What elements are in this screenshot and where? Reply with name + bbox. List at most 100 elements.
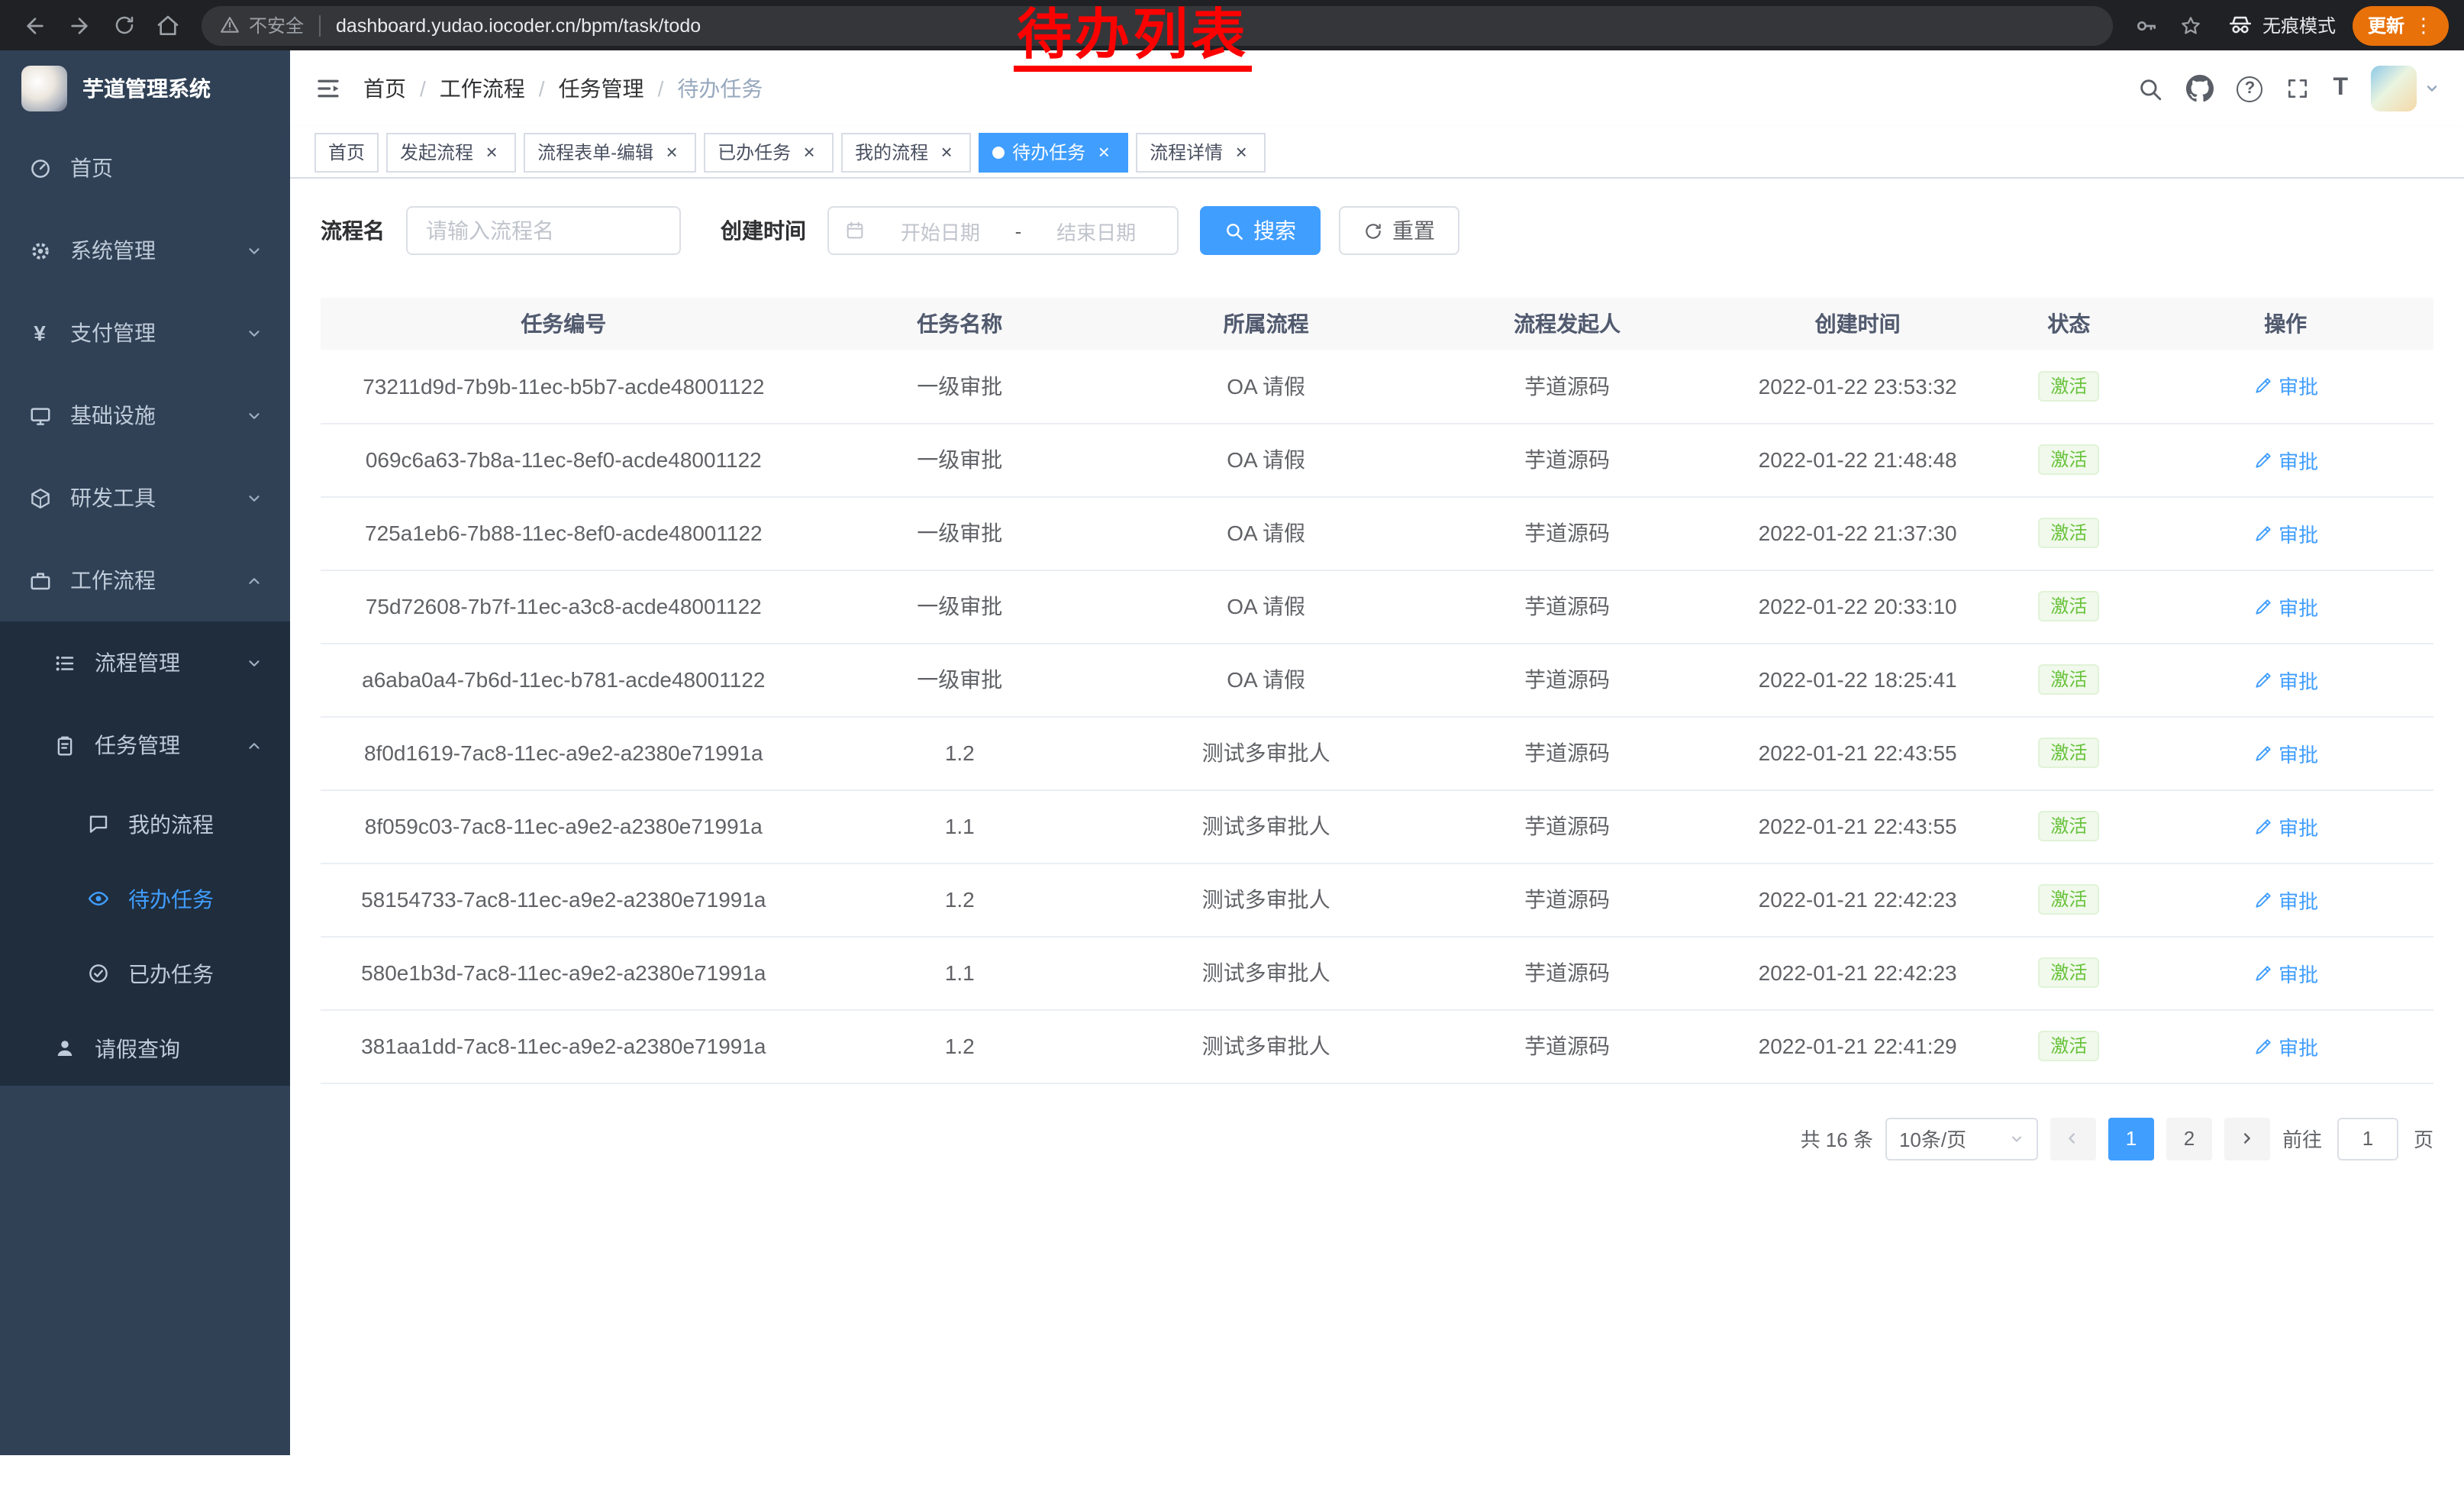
approve-link[interactable]: 审批	[2253, 592, 2318, 621]
font-size-icon: T	[2333, 76, 2348, 101]
sidebar-item-leave-query[interactable]: 请假查询	[0, 1011, 290, 1086]
tab-home[interactable]: 首页	[314, 132, 379, 172]
tab-initiate-process[interactable]: 发起流程 ×	[386, 132, 516, 172]
sidebar-item-home[interactable]: 首页	[0, 127, 290, 209]
sidebar-item-devtools[interactable]: 研发工具	[0, 457, 290, 539]
tab-process-form-edit[interactable]: 流程表单-编辑 ×	[524, 132, 696, 172]
search-button[interactable]	[2137, 76, 2163, 102]
approve-link[interactable]: 审批	[2253, 372, 2318, 401]
cell-created-at: 2022-01-21 22:43:55	[1715, 716, 2001, 789]
sidebar-item-payment[interactable]: ¥ 支付管理	[0, 292, 290, 374]
chevron-right-icon	[2239, 1130, 2256, 1147]
cell-initiator: 芋道源码	[1419, 789, 1715, 863]
close-icon[interactable]: ×	[661, 141, 682, 163]
forward-button[interactable]	[60, 5, 99, 45]
sidebar-item-process-mgmt[interactable]: 流程管理	[0, 621, 290, 704]
browser-update-button[interactable]: 更新 ⋮	[2353, 5, 2449, 45]
sidebar-item-done-tasks[interactable]: 已办任务	[0, 936, 290, 1011]
tab-my-process[interactable]: 我的流程 ×	[841, 132, 971, 172]
sidebar-item-infra[interactable]: 基础设施	[0, 374, 290, 457]
cell-created-at: 2022-01-21 22:42:23	[1715, 863, 2001, 936]
password-manager-button[interactable]	[2127, 5, 2166, 45]
page-unit-label: 页	[2414, 1124, 2433, 1153]
tab-todo-tasks[interactable]: 待办任务 ×	[979, 132, 1128, 172]
breadcrumb-workflow[interactable]: 工作流程	[440, 73, 525, 104]
app-logo[interactable]: 芋道管理系统	[0, 50, 290, 127]
close-icon[interactable]: ×	[1093, 141, 1114, 163]
status-badge: 激活	[2038, 884, 2099, 915]
edit-pencil-icon	[2253, 670, 2272, 689]
status-badge: 激活	[2038, 1031, 2099, 1061]
sidebar-item-task-mgmt[interactable]: 任务管理	[0, 704, 290, 786]
approve-link-label: 审批	[2279, 1031, 2318, 1060]
github-button[interactable]	[2186, 75, 2214, 102]
close-icon[interactable]: ×	[798, 141, 820, 163]
cell-status: 激活	[2000, 643, 2137, 716]
prev-page-button[interactable]	[2050, 1117, 2096, 1160]
process-name-label: 流程名	[321, 215, 385, 246]
font-size-button[interactable]: T	[2333, 76, 2348, 101]
close-icon[interactable]: ×	[481, 141, 502, 163]
edit-pencil-icon	[2253, 450, 2272, 470]
url-text: dashboard.yudao.iocoder.cn/bpm/task/todo	[336, 15, 701, 36]
back-button[interactable]	[15, 5, 55, 45]
sidebar-item-label: 基础设施	[70, 400, 227, 431]
cell-initiator: 芋道源码	[1419, 716, 1715, 789]
goto-page-input[interactable]	[2337, 1117, 2398, 1160]
tab-done-tasks[interactable]: 已办任务 ×	[704, 132, 834, 172]
sidebar-item-todo-tasks[interactable]: 待办任务	[0, 861, 290, 936]
process-name-input[interactable]	[406, 206, 681, 255]
chevron-down-icon	[246, 407, 263, 424]
cell-action: 审批	[2137, 1009, 2433, 1083]
search-submit-button[interactable]: 搜索	[1200, 206, 1321, 255]
page-button-2[interactable]: 2	[2166, 1117, 2212, 1160]
breadcrumb-separator: /	[539, 76, 545, 101]
bookmark-button[interactable]	[2171, 5, 2211, 45]
approve-link[interactable]: 审批	[2253, 1031, 2318, 1060]
cell-action: 审批	[2137, 496, 2433, 570]
breadcrumb-task-mgmt[interactable]: 任务管理	[559, 73, 644, 104]
page-size-select[interactable]: 10条/页	[1885, 1117, 2038, 1160]
next-page-button[interactable]	[2224, 1117, 2270, 1160]
home-button[interactable]	[148, 5, 188, 45]
approve-link[interactable]: 审批	[2253, 885, 2318, 914]
cell-initiator: 芋道源码	[1419, 423, 1715, 496]
table-row: 069c6a63-7b8a-11ec-8ef0-acde48001122一级审批…	[321, 423, 2433, 496]
logo-avatar	[21, 66, 67, 111]
reload-icon	[112, 14, 135, 37]
incognito-icon	[2227, 12, 2253, 38]
sidebar-item-workflow[interactable]: 工作流程	[0, 539, 290, 621]
edit-pencil-icon	[2253, 963, 2272, 983]
filter-bar: 流程名 创建时间 开始日期 - 结束日期 搜索	[321, 206, 2433, 255]
search-icon	[1224, 221, 1244, 240]
approve-link[interactable]: 审批	[2253, 958, 2318, 987]
close-icon[interactable]: ×	[936, 141, 957, 163]
cell-status: 激活	[2000, 570, 2137, 643]
approve-link[interactable]: 审批	[2253, 738, 2318, 767]
page-button-1[interactable]: 1	[2108, 1117, 2154, 1160]
check-circle-icon	[85, 962, 110, 985]
approve-link[interactable]: 审批	[2253, 518, 2318, 547]
breadcrumb-home[interactable]: 首页	[363, 73, 406, 104]
cell-task-id: 381aa1dd-7ac8-11ec-a9e2-a2380e71991a	[321, 1009, 807, 1083]
cell-task-name: 一级审批	[807, 423, 1113, 496]
fullscreen-button[interactable]	[2285, 76, 2310, 101]
user-menu[interactable]	[2371, 66, 2440, 111]
approve-link-label: 审批	[2279, 665, 2318, 694]
status-badge: 激活	[2038, 371, 2099, 402]
sidebar-collapse-button[interactable]	[314, 75, 342, 102]
cell-initiator: 芋道源码	[1419, 936, 1715, 1009]
tab-process-detail[interactable]: 流程详情 ×	[1136, 132, 1266, 172]
reset-button[interactable]: 重置	[1339, 206, 1459, 255]
address-bar[interactable]: 不安全 dashboard.yudao.iocoder.cn/bpm/task/…	[202, 5, 2113, 45]
reload-button[interactable]	[104, 5, 144, 45]
approve-link[interactable]: 审批	[2253, 665, 2318, 694]
date-range-picker[interactable]: 开始日期 - 结束日期	[827, 206, 1179, 255]
help-button[interactable]: ?	[2237, 76, 2262, 102]
close-icon[interactable]: ×	[1230, 141, 1252, 163]
forward-icon	[67, 13, 92, 37]
approve-link[interactable]: 审批	[2253, 445, 2318, 474]
sidebar-item-system[interactable]: 系统管理	[0, 209, 290, 292]
sidebar-item-my-process[interactable]: 我的流程	[0, 786, 290, 861]
approve-link[interactable]: 审批	[2253, 812, 2318, 841]
